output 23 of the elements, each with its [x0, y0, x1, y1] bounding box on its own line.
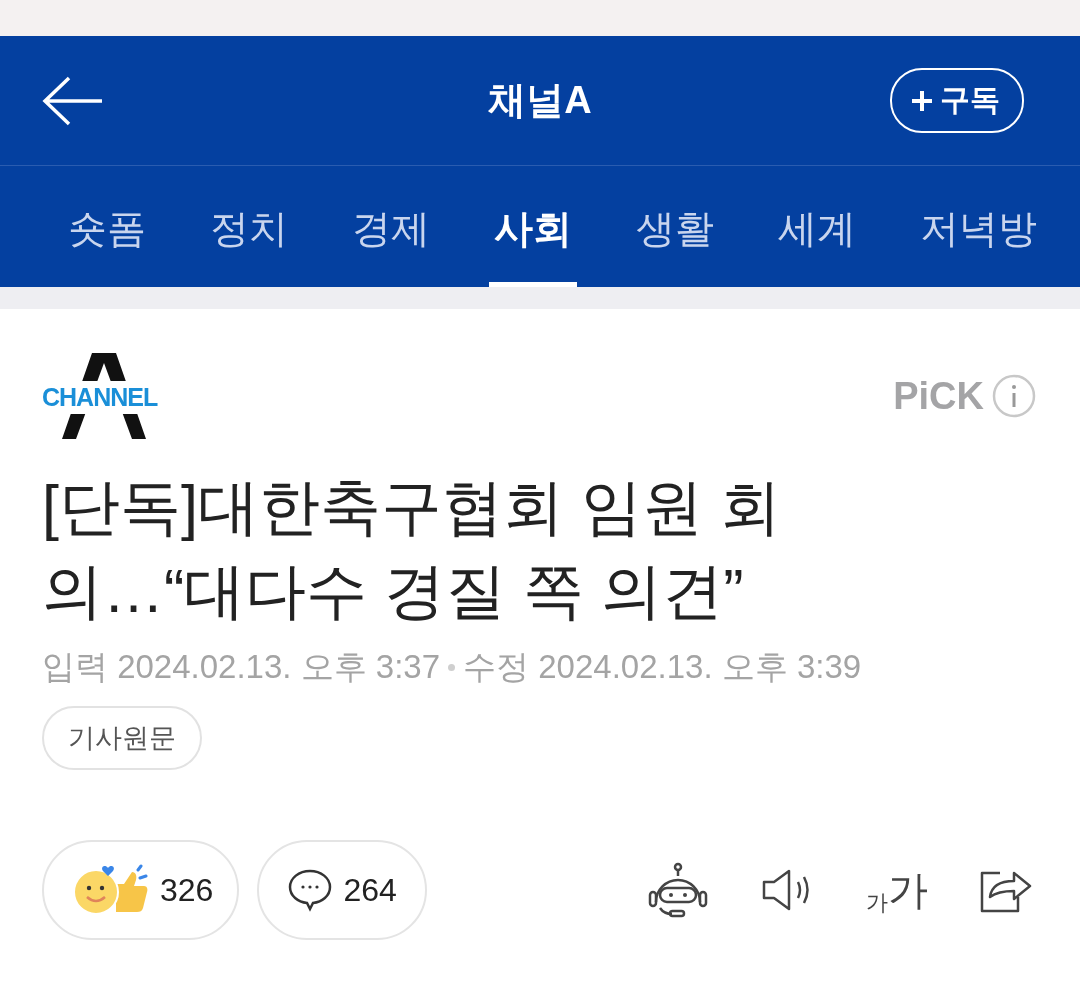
- subscribe-button[interactable]: 구독: [890, 68, 1024, 133]
- original-article-link[interactable]: 기사원문: [42, 706, 202, 770]
- category-tab[interactable]: 정치: [205, 166, 293, 287]
- category-tab[interactable]: 숏폼: [63, 166, 151, 287]
- smiley-thumbs-up-icon: [72, 864, 150, 916]
- reaction-button[interactable]: 326: [42, 840, 240, 940]
- robot-icon[interactable]: [646, 862, 710, 918]
- category-tab[interactable]: 사회: [489, 166, 577, 287]
- headline: [단독]대한축구협회 임원 회의…“대다수 경질 쪽 의견”: [42, 472, 782, 627]
- speech-bubble-icon: [287, 867, 334, 913]
- channel-title: 채널A: [488, 78, 592, 123]
- category-tab[interactable]: 저녁방: [915, 166, 1042, 287]
- category-tab[interactable]: 생활: [631, 166, 719, 287]
- timestamp: 수정 2024.02.13. 오후 3:39: [463, 647, 862, 687]
- timestamp: 입력 2024.02.13. 오후 3:37: [42, 647, 441, 687]
- back-icon[interactable]: [42, 75, 104, 126]
- plus-icon: [910, 88, 934, 113]
- category-tab[interactable]: 경제: [347, 166, 435, 287]
- pick-label: PiCK: [893, 374, 984, 418]
- category-tab[interactable]: 세계: [773, 166, 861, 287]
- channel-logo-text: CHANNEL: [42, 381, 158, 414]
- comment-button[interactable]: 264: [257, 840, 427, 940]
- separator-dot: [448, 664, 456, 671]
